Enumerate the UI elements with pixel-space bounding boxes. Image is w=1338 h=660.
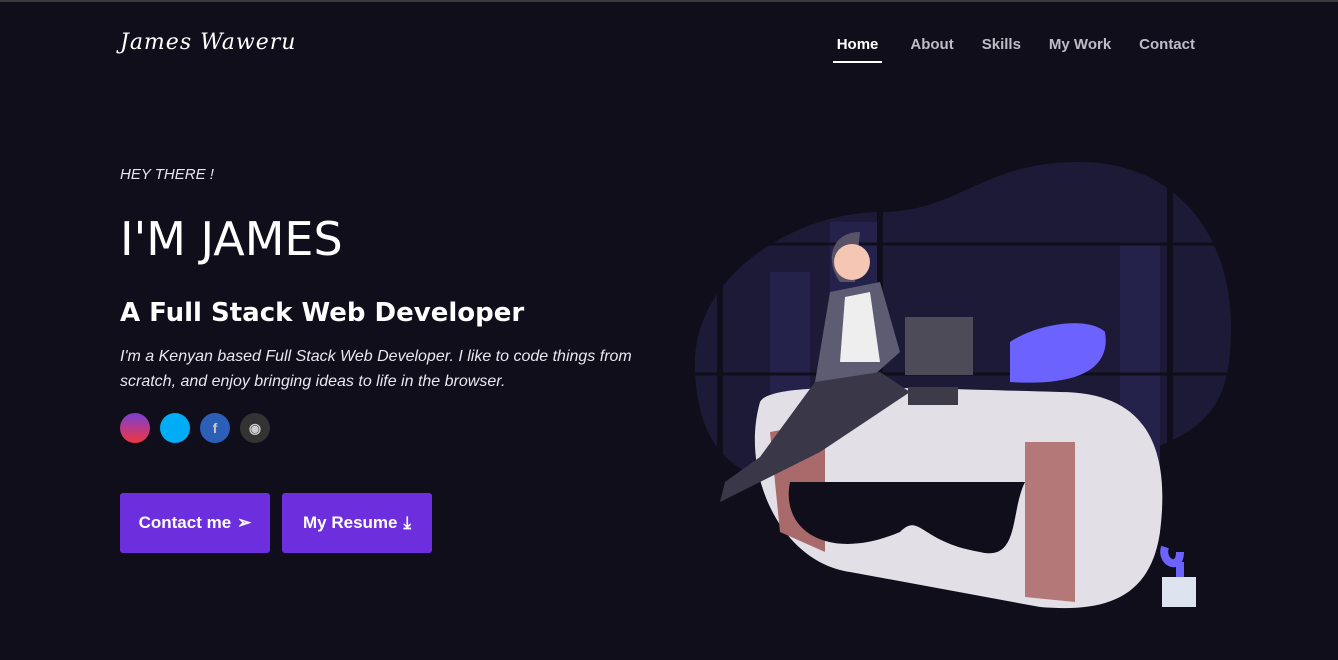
nav-home[interactable]: Home [832, 36, 883, 63]
contact-me-button[interactable]: Contact me ➢ [120, 493, 270, 553]
facebook-icon[interactable]: f [200, 413, 230, 443]
hero-title: I'M JAMES [120, 212, 343, 266]
developer-illustration [690, 162, 1232, 609]
instagram-icon[interactable] [120, 413, 150, 443]
hero-subtitle: A Full Stack Web Developer [120, 298, 525, 328]
resume-label: My Resume [303, 513, 398, 532]
hero-actions: Contact me ➢ My Resume ⤓ [120, 493, 432, 553]
social-links: f ◉ [120, 413, 270, 443]
github-icon[interactable]: ◉ [240, 413, 270, 443]
greeting: HEY THERE ! [120, 166, 214, 183]
nav-contact[interactable]: Contact [1139, 36, 1195, 63]
contact-label: Contact me [138, 513, 232, 532]
nav-about[interactable]: About [910, 36, 953, 63]
send-icon: ➢ [237, 513, 252, 532]
logo[interactable]: James Waweru [120, 30, 296, 55]
hero-description: I'm a Kenyan based Full Stack Web Develo… [120, 348, 632, 390]
nav-skills[interactable]: Skills [982, 36, 1021, 63]
nav-my-work[interactable]: My Work [1049, 36, 1111, 63]
twitter-icon[interactable] [160, 413, 190, 443]
resume-button[interactable]: My Resume ⤓ [282, 493, 432, 553]
download-icon: ⤓ [403, 513, 411, 532]
main-nav: Home About Skills My Work Contact [832, 36, 1195, 63]
